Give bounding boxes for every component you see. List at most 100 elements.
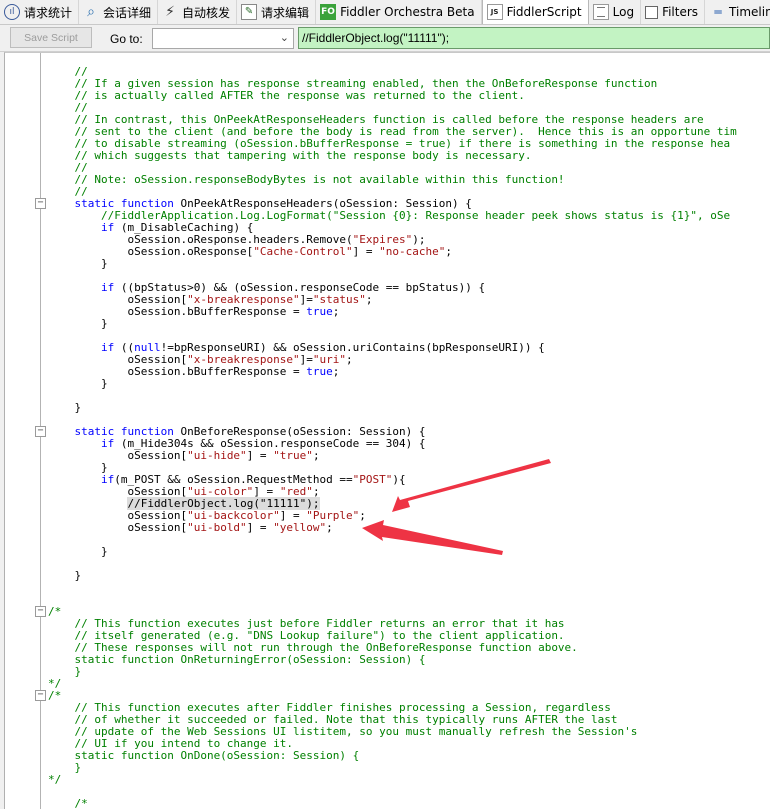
tab-label: 会话详细 <box>103 5 152 20</box>
code-token: ; <box>326 521 333 534</box>
script-editor[interactable]: − − − − // // If a given session has res… <box>4 52 770 809</box>
composer-icon: ✎ <box>241 4 258 20</box>
chevron-down-icon[interactable]: ⌄ <box>280 31 289 44</box>
tab-filter-checkbox[interactable]: Filters <box>641 0 706 24</box>
code-line: oSession["ui-bold"] = "yellow"; <box>48 522 737 534</box>
code-line: // which suggests that tampering with th… <box>48 150 737 162</box>
code-token: } <box>48 317 108 330</box>
code-line: } <box>48 378 737 390</box>
code-token: ] = <box>246 521 274 534</box>
tab-log[interactable]: Log <box>589 0 642 24</box>
code-line: } <box>48 666 737 678</box>
code-line: // is actually called AFTER the response… <box>48 90 737 102</box>
code-line: // Note: oSession.responseBodyBytes is n… <box>48 174 737 186</box>
code-token: ; <box>312 449 320 462</box>
code-line: static function OnDone(oSession: Session… <box>48 750 737 762</box>
code-token: static function OnDone(oSession: Session… <box>48 749 360 762</box>
code-token: true <box>306 305 333 318</box>
code-line: } <box>48 258 737 270</box>
code-token: ; <box>332 365 340 378</box>
tab-statistics[interactable]: ıl 请求统计 <box>0 0 80 24</box>
tab-inspectors[interactable]: ⌕ 会话详细 <box>79 0 159 24</box>
script-toolbar: Save Script Go to: ⌄ //FiddlerObject.log… <box>0 25 770 52</box>
tab-label: Log <box>612 5 635 19</box>
code-token: oSession[ <box>48 521 188 534</box>
code-token: /* <box>48 797 88 809</box>
code-token: "Cache-Control" <box>253 245 353 258</box>
code-token: ; <box>445 245 453 258</box>
tab-autoresponder[interactable]: ⚡ 自动核发 <box>158 0 238 24</box>
code-token: ] = <box>246 449 274 462</box>
tab-label: Timeline <box>729 5 770 19</box>
code-token: "true" <box>273 449 313 462</box>
code-token: // is actually called AFTER the response… <box>48 89 525 102</box>
timeline-icon: ═ <box>714 5 721 19</box>
collapse-icon[interactable]: − <box>35 198 46 209</box>
code-line: */ <box>48 678 737 690</box>
tab-label: Fiddler Orchestra Beta <box>340 5 475 19</box>
goto-label: Go to: <box>110 32 143 46</box>
code-token: } <box>48 569 82 582</box>
code-line: */ <box>48 774 737 786</box>
code-token: true <box>306 365 333 378</box>
inspector-tab-bar: ıl 请求统计 ⌕ 会话详细 ⚡ 自动核发 ✎ 请求编辑 FO Fiddler Orchestra… <box>0 0 770 25</box>
code-area[interactable]: // // If a given session has response st… <box>48 66 737 809</box>
code-token: static function OnReturningError(oSessio… <box>48 653 426 666</box>
code-line: oSession.oResponse["Cache-Control"] = "n… <box>48 246 737 258</box>
code-line: } <box>48 402 737 414</box>
code-line: oSession.bBufferResponse = true; <box>48 366 737 378</box>
code-token: ; <box>365 293 373 306</box>
collapse-icon[interactable]: − <box>35 690 46 701</box>
code-line: } <box>48 570 737 582</box>
code-token: ){ <box>392 473 406 486</box>
tab-timeline[interactable]: ═ Timeline <box>705 0 770 24</box>
code-line: /* <box>48 798 737 809</box>
code-token: // Note: oSession.responseBodyBytes is n… <box>48 173 565 186</box>
tab-composer[interactable]: ✎ 请求编辑 <box>237 0 317 24</box>
code-token: } <box>48 545 108 558</box>
code-line: } <box>48 546 737 558</box>
code-token: // which suggests that tampering with th… <box>48 149 532 162</box>
collapse-icon[interactable]: − <box>35 426 46 437</box>
code-token: ; <box>359 509 366 522</box>
tab-label: Filters <box>662 5 699 19</box>
code-token: "yellow" <box>273 521 327 534</box>
code-token: ; <box>346 353 353 366</box>
code-token: */ <box>48 773 62 786</box>
code-token: ] = <box>352 245 380 258</box>
code-token: "no-cache" <box>379 245 446 258</box>
fiddler-orchestra-icon: FO <box>320 4 337 20</box>
code-token: } <box>48 401 82 414</box>
tab-fiddler-orchestra[interactable]: FO Fiddler Orchestra Beta <box>316 0 482 24</box>
collapse-icon[interactable]: − <box>35 606 46 617</box>
search-input[interactable]: //FiddlerObject.log("11111"); <box>298 27 770 49</box>
code-token: "POST" <box>352 473 393 486</box>
filter-checkbox-icon <box>645 5 659 19</box>
tab-javascript-file[interactable]: JS FiddlerScript <box>481 0 589 24</box>
code-line: } <box>48 762 737 774</box>
code-token: "ui-hide" <box>187 449 247 462</box>
goto-select[interactable]: ⌄ <box>152 28 294 49</box>
tab-label: 自动核发 <box>182 5 231 20</box>
code-token: "ui-bold" <box>187 521 247 534</box>
code-token: } <box>48 377 108 390</box>
tab-label: 请求编辑 <box>261 5 310 20</box>
code-line: static function OnReturningError(oSessio… <box>48 654 737 666</box>
code-line: oSession.bBufferResponse = true; <box>48 306 737 318</box>
save-script-button[interactable]: Save Script <box>10 27 92 48</box>
javascript-file-icon: JS <box>486 4 503 20</box>
statistics-icon: ıl <box>4 4 20 20</box>
code-token: ; <box>332 305 340 318</box>
inspectors-icon: ⌕ <box>87 4 95 20</box>
code-line: oSession["ui-hide"] = "true"; <box>48 450 737 462</box>
code-line: } <box>48 318 737 330</box>
tab-label: FiddlerScript <box>506 5 582 19</box>
autoresponder-icon: ⚡ <box>165 4 175 20</box>
code-token: } <box>48 257 108 270</box>
